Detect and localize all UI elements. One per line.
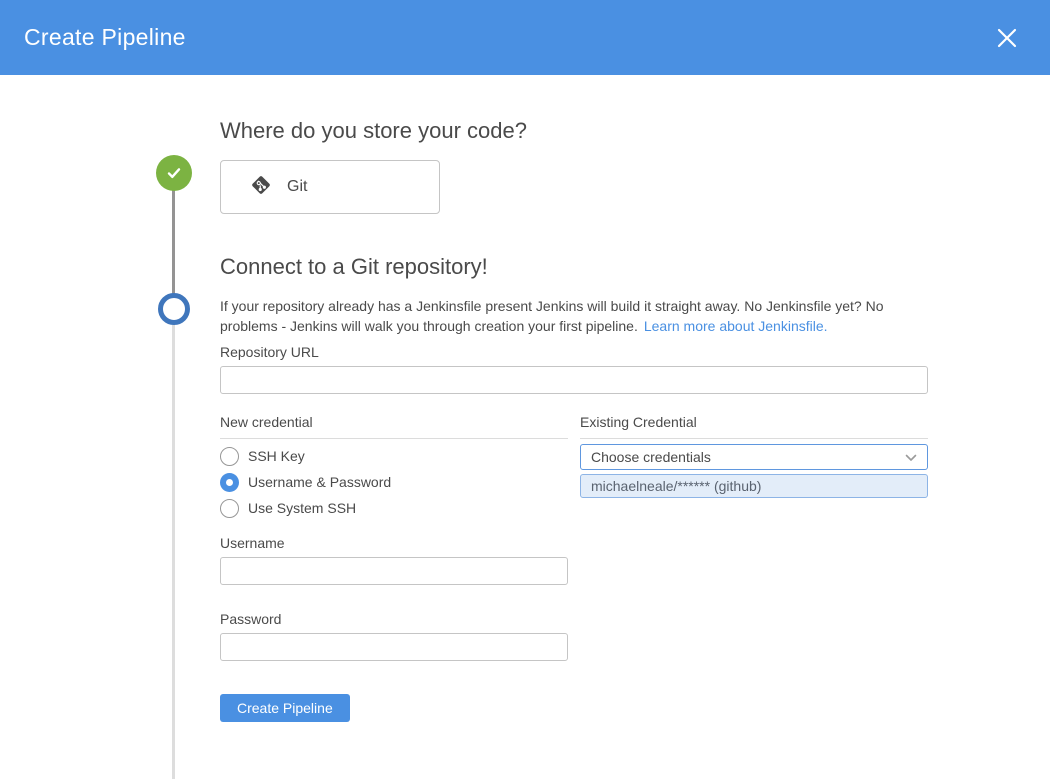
new-credential-section: New credential SSH Key Username & Passwo… bbox=[220, 414, 568, 521]
new-credential-heading: New credential bbox=[220, 414, 568, 439]
dialog-header: Create Pipeline bbox=[0, 0, 1050, 75]
radio-ssh-key-label: SSH Key bbox=[248, 448, 305, 464]
stepper-connector-dark bbox=[172, 189, 175, 295]
page-title: Create Pipeline bbox=[24, 24, 186, 51]
radio-system-ssh-label: Use System SSH bbox=[248, 500, 356, 516]
git-scm-button[interactable]: Git bbox=[220, 160, 440, 214]
choose-credentials-select[interactable]: Choose credentials bbox=[580, 444, 928, 470]
existing-credential-heading: Existing Credential bbox=[580, 414, 928, 439]
repository-url-label: Repository URL bbox=[220, 344, 930, 360]
connect-repo-heading: Connect to a Git repository! bbox=[220, 253, 930, 281]
radio-ssh-key[interactable]: SSH Key bbox=[220, 443, 568, 469]
credential-option-michaelneale[interactable]: michaelneale/****** (github) bbox=[580, 474, 928, 498]
connect-repo-description: If your repository already has a Jenkins… bbox=[220, 296, 926, 336]
stepper-connector-light bbox=[172, 323, 175, 779]
repository-url-input[interactable] bbox=[220, 366, 928, 394]
radio-username-password-label: Username & Password bbox=[248, 474, 391, 490]
git-button-label: Git bbox=[287, 178, 307, 196]
step-completed-check-icon bbox=[156, 155, 192, 191]
credential-columns: New credential SSH Key Username & Passwo… bbox=[220, 414, 930, 521]
credential-type-radio-group: SSH Key Username & Password Use System S… bbox=[220, 443, 568, 521]
username-input[interactable] bbox=[220, 557, 568, 585]
choose-credentials-value: Choose credentials bbox=[591, 449, 711, 465]
chevron-down-icon bbox=[905, 449, 917, 465]
existing-credential-section: Existing Credential Choose credentials m… bbox=[580, 414, 928, 521]
store-code-heading: Where do you store your code? bbox=[220, 117, 930, 145]
password-label: Password bbox=[220, 611, 930, 627]
radio-system-ssh-circle[interactable] bbox=[220, 499, 239, 518]
username-label: Username bbox=[220, 535, 930, 551]
radio-ssh-key-circle[interactable] bbox=[220, 447, 239, 466]
jenkinsfile-learn-more-link[interactable]: Learn more about Jenkinsfile. bbox=[644, 318, 828, 334]
create-pipeline-button[interactable]: Create Pipeline bbox=[220, 694, 350, 722]
git-icon bbox=[249, 173, 273, 202]
step-current-circle bbox=[158, 293, 190, 325]
radio-username-password[interactable]: Username & Password bbox=[220, 469, 568, 495]
radio-username-password-circle[interactable] bbox=[220, 473, 239, 492]
radio-system-ssh[interactable]: Use System SSH bbox=[220, 495, 568, 521]
dialog-body: Where do you store your code? Git Connec… bbox=[0, 117, 1050, 779]
close-icon[interactable] bbox=[990, 21, 1024, 55]
password-input[interactable] bbox=[220, 633, 568, 661]
